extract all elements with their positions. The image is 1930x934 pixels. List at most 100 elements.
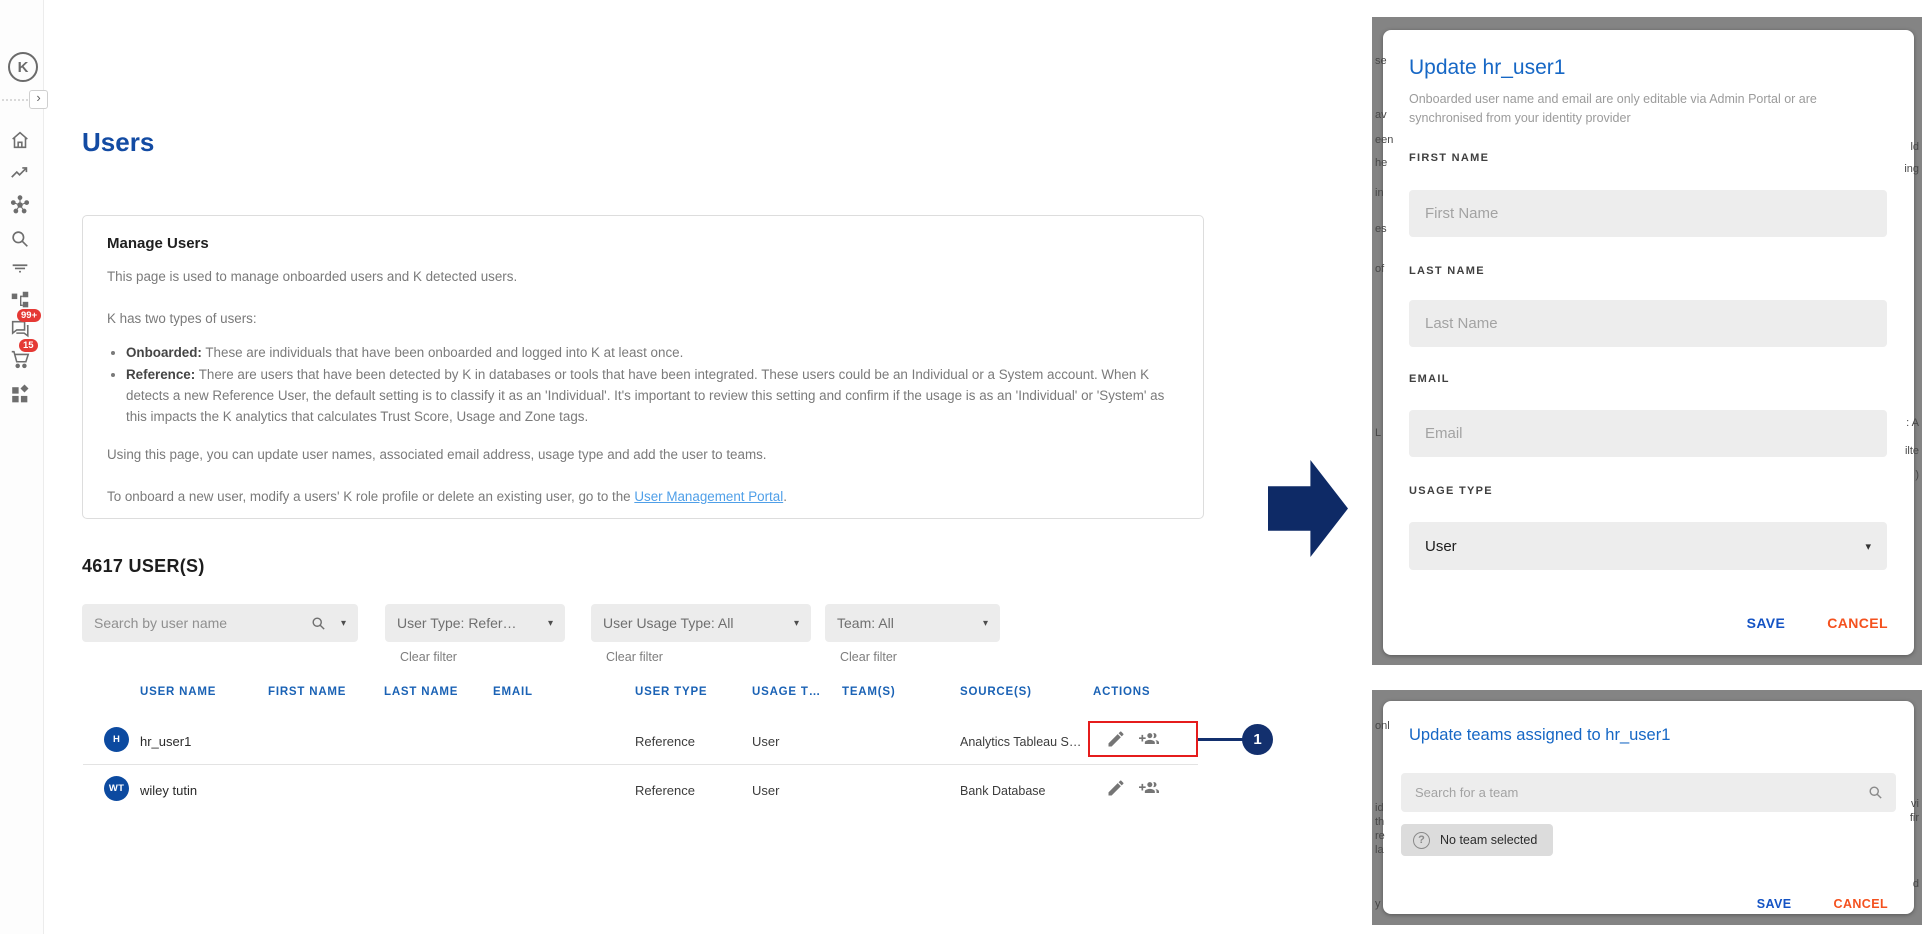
cell-usage-type: User <box>752 734 779 749</box>
backdrop-text-fragment: re <box>1375 830 1385 842</box>
backdrop-text-fragment: fir <box>1910 812 1919 824</box>
page-title: Users <box>82 127 154 158</box>
list-item: Reference: There are users that have bee… <box>126 365 1179 428</box>
col-header-sources: SOURCE(S) <box>960 686 1032 698</box>
backdrop-text-fragment: L <box>1375 427 1381 439</box>
backdrop-text-fragment: ) <box>1915 469 1919 481</box>
k-logo-icon: K <box>8 52 38 82</box>
cart-badge: 15 <box>19 339 38 352</box>
save-button[interactable]: SAVE <box>1757 897 1792 911</box>
first-name-field[interactable] <box>1409 190 1887 237</box>
annotation-highlight-box <box>1088 721 1198 757</box>
info-card-p3: Using this page, you can update user nam… <box>107 445 1179 465</box>
network-cluster-icon[interactable] <box>9 194 31 216</box>
chevron-down-icon: ▾ <box>341 618 346 629</box>
col-header-teams: TEAM(S) <box>842 686 896 698</box>
backdrop-text-fragment: d <box>1913 878 1919 890</box>
email-label: EMAIL <box>1409 373 1450 385</box>
update-teams-modal: Update teams assigned to hr_user1 ? No t… <box>1383 701 1914 914</box>
chip-label: No team selected <box>1440 833 1537 847</box>
backdrop-text-fragment: se <box>1375 55 1387 67</box>
search-icon <box>310 615 327 632</box>
no-team-chip: ? No team selected <box>1401 824 1553 856</box>
screenshot-root: K › 99+ 15 <box>0 0 1930 934</box>
arrow-right-icon <box>1268 460 1348 557</box>
left-nav-rail: K › 99+ 15 <box>0 0 44 934</box>
search-user-input[interactable]: Search by user name ▾ <box>82 604 358 642</box>
update-user-screenshot: Update hr_user1 Onboarded user name and … <box>1372 17 1922 665</box>
user-type-filter[interactable]: User Type: Refer… ▾ <box>385 604 565 642</box>
clear-usage-type-filter[interactable]: Clear filter <box>606 650 663 664</box>
widgets-icon[interactable] <box>9 384 31 406</box>
team-search-input[interactable] <box>1413 784 1867 801</box>
backdrop-text-fragment: es <box>1375 223 1387 235</box>
save-button[interactable]: SAVE <box>1747 615 1786 631</box>
backdrop-text-fragment: ilte <box>1905 445 1919 457</box>
col-header-usage-type: USAGE T… <box>752 686 821 698</box>
modal-title: Update teams assigned to hr_user1 <box>1409 726 1670 745</box>
update-user-modal: Update hr_user1 Onboarded user name and … <box>1383 30 1914 655</box>
chevron-down-icon: ▾ <box>548 618 553 629</box>
info-card-p2: K has two types of users: <box>107 309 1179 329</box>
col-header-user-type: USER TYPE <box>635 686 707 698</box>
info-card-p4: To onboard a new user, modify a users' K… <box>107 487 1179 507</box>
backdrop-text-fragment: of <box>1375 263 1384 275</box>
backdrop-text-fragment: th <box>1375 816 1384 828</box>
cell-sources: Analytics Tableau S… <box>960 735 1081 749</box>
hierarchy-icon[interactable] <box>9 289 31 311</box>
row-divider <box>83 764 1198 765</box>
clear-team-filter[interactable]: Clear filter <box>840 650 897 664</box>
chevron-down-icon: ▾ <box>1865 540 1871 553</box>
clear-user-type-filter[interactable]: Clear filter <box>400 650 457 664</box>
cell-sources: Bank Database <box>960 784 1045 798</box>
cell-username: hr_user1 <box>140 734 191 749</box>
cancel-button[interactable]: CANCEL <box>1827 615 1888 631</box>
email-field[interactable] <box>1409 410 1887 457</box>
avatar: H <box>104 727 129 752</box>
backdrop-text-fragment: ing <box>1904 163 1919 175</box>
usage-type-select[interactable]: User ▾ <box>1409 522 1887 570</box>
filter-icon[interactable] <box>9 257 31 279</box>
backdrop-text-fragment: : A <box>1906 417 1919 429</box>
update-teams-screenshot: Update teams assigned to hr_user1 ? No t… <box>1372 690 1922 925</box>
backdrop-text-fragment: onl <box>1375 720 1390 732</box>
cell-username: wiley tutin <box>140 783 197 798</box>
chevron-down-icon: ▾ <box>983 618 988 629</box>
cell-usage-type: User <box>752 783 779 798</box>
help-icon: ? <box>1413 832 1430 849</box>
usage-type-filter[interactable]: User Usage Type: All ▾ <box>591 604 811 642</box>
col-header-actions: ACTIONS <box>1093 686 1150 698</box>
backdrop-text-fragment: id <box>1375 802 1384 814</box>
cancel-button[interactable]: CANCEL <box>1834 897 1888 911</box>
sidebar-expand-button[interactable]: › <box>29 90 48 109</box>
col-header-first-name: FIRST NAME <box>268 686 346 698</box>
add-to-team-icon[interactable] <box>1139 778 1159 798</box>
team-search-box <box>1401 773 1896 812</box>
backdrop-text-fragment: vi <box>1911 798 1919 810</box>
search-icon[interactable] <box>9 228 31 250</box>
col-header-email: EMAIL <box>493 686 533 698</box>
user-count: 4617 USER(S) <box>82 556 205 577</box>
backdrop-text-fragment: av <box>1375 109 1387 121</box>
backdrop-text-fragment: ld <box>1910 141 1919 153</box>
trending-icon[interactable] <box>9 162 31 184</box>
home-icon[interactable] <box>9 129 31 151</box>
backdrop-text-fragment: la <box>1375 844 1384 856</box>
last-name-label: LAST NAME <box>1409 265 1485 277</box>
avatar: WT <box>104 776 129 801</box>
manage-users-info-card: Manage Users This page is used to manage… <box>82 215 1204 519</box>
annotation-step-badge: 1 <box>1242 724 1273 755</box>
last-name-field[interactable] <box>1409 300 1887 347</box>
chevron-down-icon: ▾ <box>794 618 799 629</box>
edit-user-icon[interactable] <box>1106 778 1126 798</box>
backdrop-text-fragment: y <box>1375 898 1381 910</box>
info-card-p1: This page is used to manage onboarded us… <box>107 267 1179 287</box>
col-header-user-name: USER NAME <box>140 686 216 698</box>
cell-user-type: Reference <box>635 734 695 749</box>
annotation-connector-line <box>1198 738 1243 741</box>
search-placeholder: Search by user name <box>94 615 227 631</box>
search-icon <box>1867 784 1884 801</box>
list-item: Onboarded: These are individuals that ha… <box>126 343 1179 364</box>
team-filter[interactable]: Team: All ▾ <box>825 604 1000 642</box>
user-management-portal-link[interactable]: User Management Portal <box>634 489 783 504</box>
